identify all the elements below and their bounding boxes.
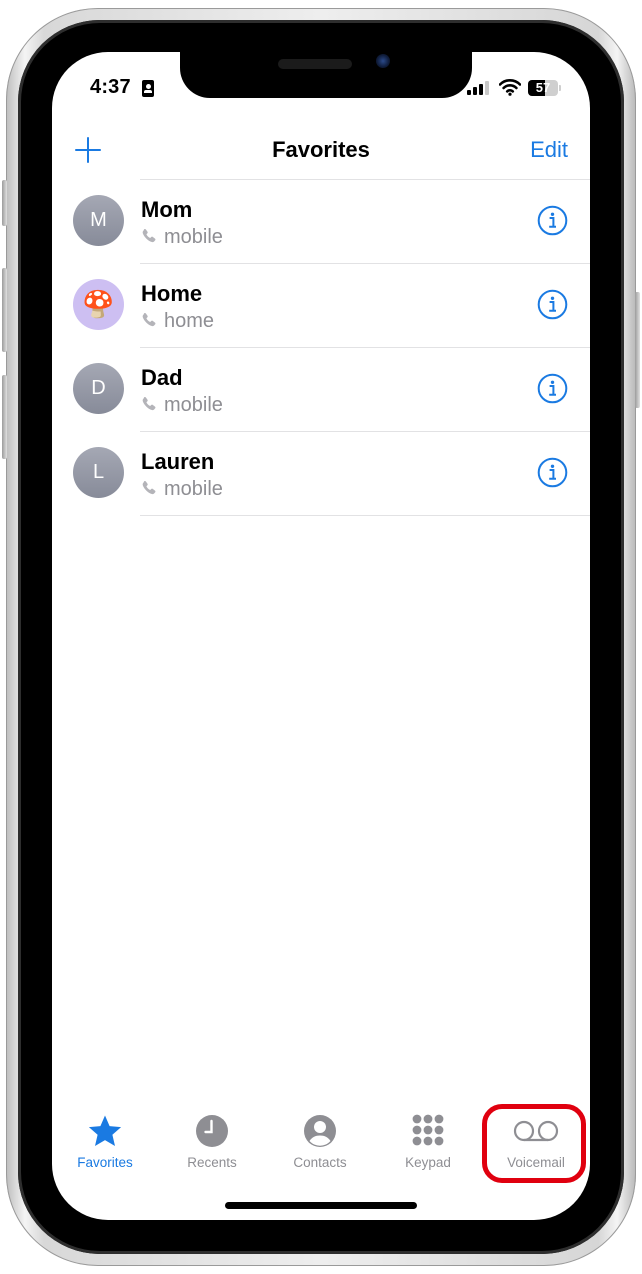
- battery-indicator: 57: [528, 80, 562, 96]
- list-divider: [140, 515, 590, 516]
- contact-phone-type: mobile: [141, 226, 223, 249]
- tab-label: Keypad: [405, 1155, 451, 1170]
- tab-keypad[interactable]: Keypad: [374, 1107, 482, 1177]
- person-circle-icon: [304, 1115, 336, 1147]
- phone-type-label: mobile: [164, 478, 223, 500]
- avatar: M: [73, 195, 124, 246]
- action-button: [2, 180, 7, 226]
- contact-phone-type: mobile: [141, 478, 223, 501]
- side-power-button: [635, 292, 640, 408]
- info-icon[interactable]: [537, 205, 568, 236]
- page-title: Favorites: [272, 137, 370, 162]
- phone-type-label: mobile: [164, 226, 223, 248]
- favorite-row-dad[interactable]: D Dad mobile: [52, 348, 590, 431]
- tab-recents[interactable]: Recents: [158, 1107, 266, 1177]
- battery-body: 57: [528, 80, 558, 96]
- contact-name: Home: [141, 281, 203, 306]
- phone-icon: [142, 228, 156, 243]
- keypad-icon: [412, 1114, 444, 1146]
- phone-icon: [142, 480, 156, 495]
- tab-label: Favorites: [77, 1155, 133, 1170]
- tab-label: Contacts: [293, 1155, 347, 1170]
- phone-screen: 4:37 57 Favorites Edit M Mom mobile 🍄 Ho…: [52, 52, 590, 1220]
- phone-icon: [142, 312, 156, 327]
- contact-name: Mom: [141, 197, 193, 222]
- contact-phone-type: home: [141, 310, 214, 333]
- battery-percent: 57: [535, 80, 551, 95]
- contact-name: Dad: [141, 365, 183, 390]
- tab-contacts[interactable]: Contacts: [266, 1107, 374, 1177]
- tab-favorites[interactable]: Favorites: [52, 1107, 159, 1177]
- info-icon[interactable]: [537, 289, 568, 320]
- tab-bar: Favorites Recents Contacts Keypad Voicem…: [52, 1107, 590, 1177]
- info-icon[interactable]: [537, 457, 568, 488]
- cellular-signal-icon: [467, 81, 489, 95]
- avatar: D: [73, 363, 124, 414]
- star-icon: [88, 1115, 122, 1146]
- clock-icon: [196, 1115, 228, 1147]
- home-indicator[interactable]: [225, 1202, 417, 1209]
- favorite-row-mom[interactable]: M Mom mobile: [52, 180, 590, 263]
- front-camera: [376, 54, 390, 68]
- tab-voicemail[interactable]: Voicemail: [482, 1107, 590, 1177]
- volume-up-button: [2, 268, 7, 352]
- person-id-card-icon: [142, 80, 154, 97]
- phone-type-label: home: [164, 310, 215, 332]
- voicemail-icon: [513, 1120, 559, 1142]
- contact-name: Lauren: [141, 449, 215, 474]
- earpiece-speaker: [278, 59, 352, 69]
- contact-phone-type: mobile: [141, 394, 223, 417]
- tab-label: Voicemail: [507, 1155, 565, 1170]
- edit-button[interactable]: Edit: [530, 137, 568, 163]
- notch: [180, 52, 472, 98]
- favorites-list: M Mom mobile 🍄 Home home D Dad mobile L …: [52, 179, 590, 516]
- wifi-icon: [499, 79, 521, 96]
- tab-label: Recents: [187, 1155, 237, 1170]
- phone-type-label: mobile: [164, 394, 223, 416]
- favorite-row-lauren[interactable]: L Lauren mobile: [52, 432, 590, 515]
- favorite-row-home[interactable]: 🍄 Home home: [52, 264, 590, 347]
- phone-icon: [142, 396, 156, 411]
- avatar-mushroom: 🍄: [73, 279, 124, 330]
- volume-down-button: [2, 375, 7, 459]
- info-icon[interactable]: [537, 373, 568, 404]
- battery-cap: [559, 85, 561, 91]
- avatar: L: [73, 447, 124, 498]
- status-time: 4:37: [90, 76, 131, 98]
